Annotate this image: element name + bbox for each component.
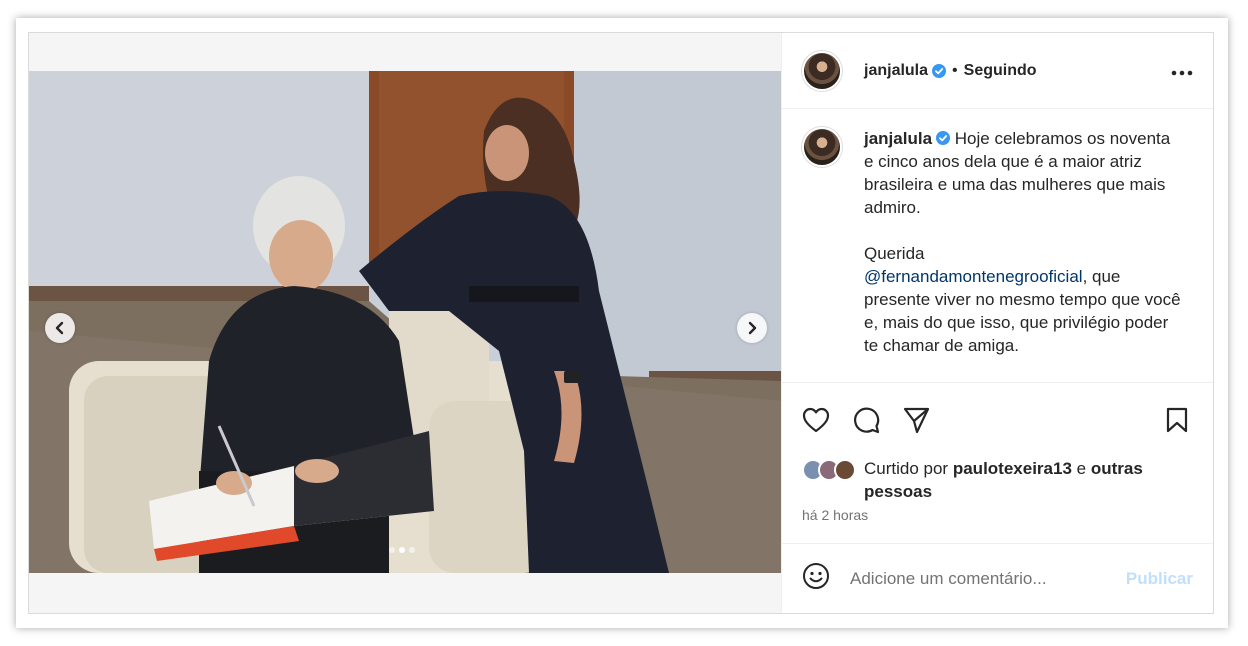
author-avatar[interactable] — [802, 50, 842, 91]
liker-avatars — [802, 457, 864, 481]
post-photo[interactable] — [29, 71, 781, 573]
post-timestamp[interactable]: há 2 horas — [782, 503, 1213, 543]
likes-conjunction: e — [1076, 459, 1087, 478]
liker-username[interactable]: paulotexeira13 — [953, 459, 1072, 478]
carousel-dot-active — [399, 547, 405, 553]
share-icon — [903, 407, 930, 434]
carousel-indicator — [389, 547, 415, 553]
action-bar — [782, 383, 1213, 457]
caption-username[interactable]: janjalula — [864, 129, 932, 148]
liker-avatar — [834, 459, 856, 481]
likes-text: Curtido por paulotexeira13 e outras pess… — [864, 457, 1193, 503]
verified-badge-icon — [932, 63, 947, 78]
post-media — [29, 33, 782, 613]
likes-prefix: Curtido por — [864, 459, 949, 478]
caption-section: janjalula Hoje celebramos os noventa e c… — [782, 109, 1213, 383]
post-side-panel: janjalula • Seguindo janjalula Hoje cele… — [782, 33, 1213, 613]
caption-text: janjalula Hoje celebramos os noventa e c… — [864, 127, 1182, 382]
caption-mention-link[interactable]: @fernandamontenegrooficial — [864, 267, 1083, 286]
emoji-button[interactable] — [802, 562, 830, 595]
like-button[interactable] — [800, 404, 832, 436]
bookmark-icon — [1166, 407, 1188, 433]
comment-icon — [854, 407, 880, 434]
carousel-prev-button[interactable] — [45, 313, 75, 343]
chevron-left-icon — [55, 321, 64, 335]
carousel-dot — [389, 547, 395, 553]
more-options-icon[interactable] — [1171, 59, 1193, 82]
heart-icon — [802, 407, 830, 433]
verified-badge-icon — [936, 131, 951, 145]
comment-bar: Publicar — [782, 543, 1213, 613]
likes-summary: Curtido por paulotexeira13 e outras pess… — [782, 457, 1213, 503]
chevron-right-icon — [748, 321, 757, 335]
carousel-dot — [409, 547, 415, 553]
following-button[interactable]: Seguindo — [964, 62, 1037, 80]
emoji-icon — [803, 563, 829, 589]
share-button[interactable] — [900, 404, 932, 436]
post-header: janjalula • Seguindo — [782, 33, 1213, 109]
comment-input[interactable] — [850, 568, 1126, 589]
publish-button[interactable]: Publicar — [1126, 569, 1193, 589]
comment-button[interactable] — [850, 404, 882, 436]
header-separator: • — [952, 61, 958, 79]
caption-avatar[interactable] — [802, 127, 842, 167]
caption-greeting: Querida — [864, 244, 925, 263]
carousel-next-button[interactable] — [737, 313, 767, 343]
instagram-post: janjalula • Seguindo janjalula Hoje cele… — [28, 32, 1214, 614]
save-button[interactable] — [1161, 404, 1193, 436]
author-username[interactable]: janjalula — [864, 62, 928, 80]
